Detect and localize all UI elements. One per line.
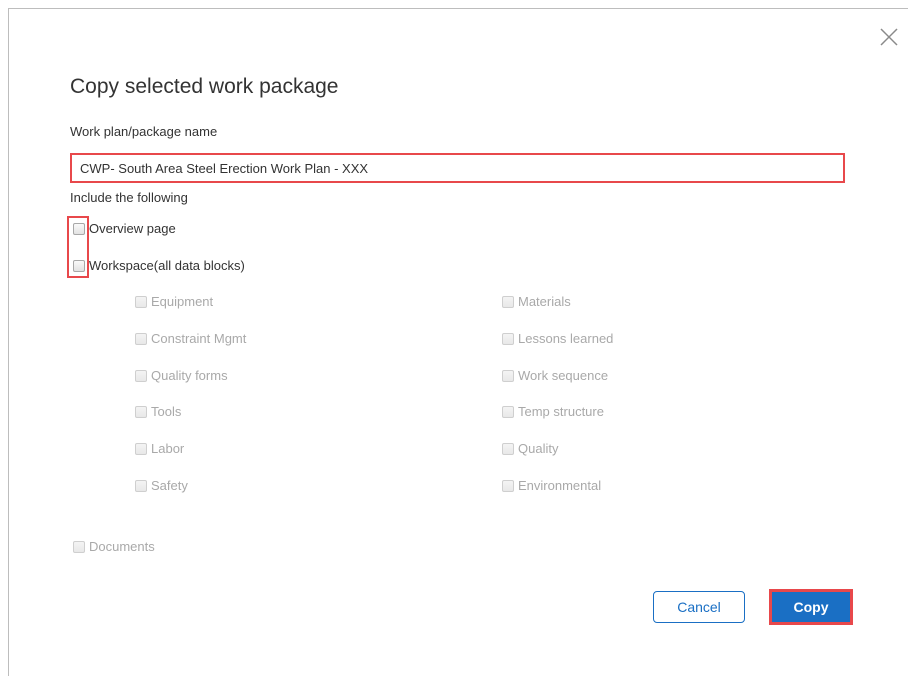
close-button[interactable] xyxy=(876,24,902,50)
documents-label: Documents xyxy=(89,539,155,554)
data-block-checkbox xyxy=(135,295,147,308)
data-block-option: Labor xyxy=(135,441,184,456)
data-block-checkbox xyxy=(135,405,147,418)
data-block-label: Lessons learned xyxy=(518,331,614,346)
data-block-checkbox xyxy=(502,369,514,382)
data-block-option: Materials xyxy=(502,294,571,309)
data-block-label: Temp structure xyxy=(518,404,604,419)
data-block-checkbox xyxy=(502,442,514,455)
data-block-label: Quality xyxy=(518,441,559,456)
data-block-checkbox xyxy=(502,332,514,345)
data-block-option: Work sequence xyxy=(502,368,608,383)
data-block-checkbox xyxy=(135,479,147,492)
data-block-option: Safety xyxy=(135,478,188,493)
data-block-option: Environmental xyxy=(502,478,601,493)
cancel-button[interactable]: Cancel xyxy=(653,591,745,623)
data-block-checkbox xyxy=(502,405,514,418)
data-block-checkbox xyxy=(135,369,147,382)
data-block-option: Constraint Mgmt xyxy=(135,331,246,346)
data-block-label: Tools xyxy=(151,404,182,419)
workspace-option[interactable]: Workspace(all data blocks) xyxy=(73,258,245,273)
overview-page-checkbox[interactable] xyxy=(73,222,85,235)
dialog-title: Copy selected work package xyxy=(70,75,339,98)
documents-option: Documents xyxy=(73,539,155,554)
data-block-label: Labor xyxy=(151,441,185,456)
data-block-label: Environmental xyxy=(518,478,602,493)
data-block-option: Equipment xyxy=(135,294,213,309)
data-block-label: Quality forms xyxy=(151,368,228,383)
data-block-label: Constraint Mgmt xyxy=(151,331,247,346)
data-block-option: Temp structure xyxy=(502,404,604,419)
data-block-checkbox xyxy=(135,332,147,345)
data-block-checkbox xyxy=(502,295,514,308)
data-block-label: Materials xyxy=(518,294,571,309)
data-block-label: Safety xyxy=(151,478,188,493)
copy-button[interactable]: Copy xyxy=(769,589,853,625)
data-block-option: Tools xyxy=(135,404,181,419)
package-name-input[interactable] xyxy=(70,153,845,183)
name-field-label: Work plan/package name xyxy=(70,124,218,139)
data-block-option: Lessons learned xyxy=(502,331,613,346)
include-label: Include the following xyxy=(70,190,188,205)
data-block-label: Equipment xyxy=(151,294,214,309)
data-block-checkbox xyxy=(135,442,147,455)
workspace-checkbox[interactable] xyxy=(73,259,85,272)
close-icon xyxy=(880,28,898,46)
overview-page-label: Overview page xyxy=(89,221,176,236)
data-block-checkbox xyxy=(502,479,514,492)
data-block-label: Work sequence xyxy=(518,368,609,383)
workspace-label: Workspace(all data blocks) xyxy=(89,258,245,273)
data-block-option: Quality xyxy=(502,441,558,456)
documents-checkbox xyxy=(73,540,85,553)
overview-page-option[interactable]: Overview page xyxy=(73,221,176,236)
data-block-option: Quality forms xyxy=(135,368,228,383)
